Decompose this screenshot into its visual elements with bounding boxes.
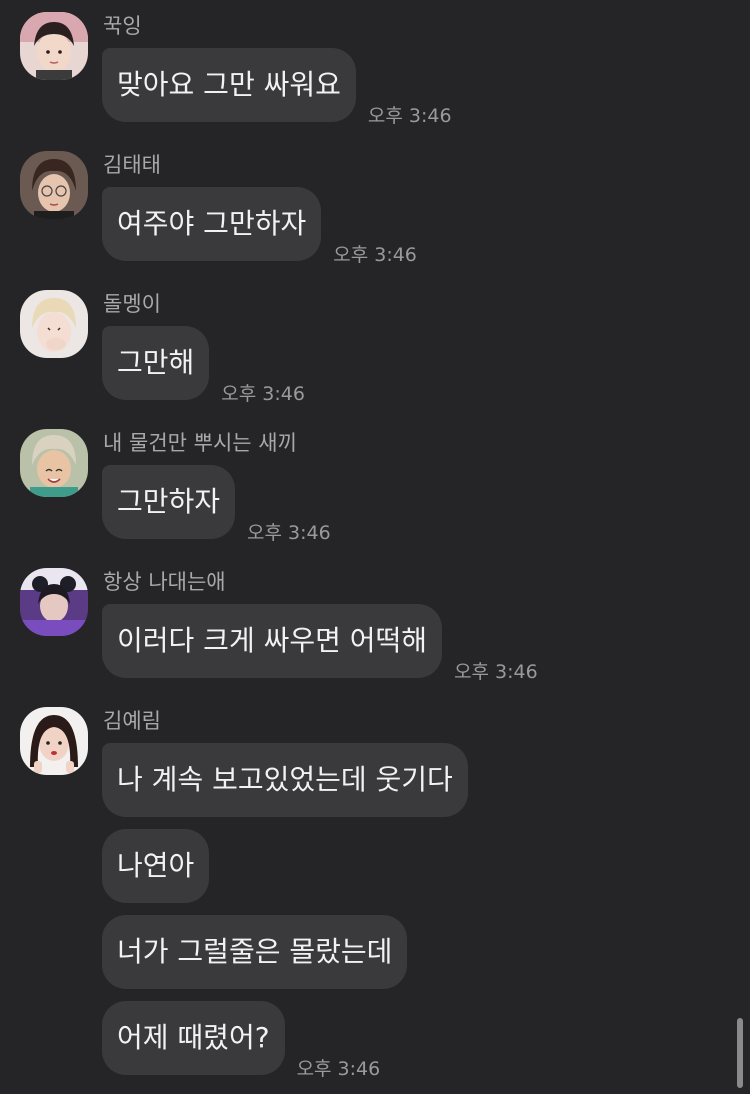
sender-name: 돌멩이 — [103, 292, 161, 316]
timestamp: 오후 3:46 — [247, 522, 331, 544]
message-bubble[interactable]: 이러다 크게 싸우면 어떡해 — [102, 604, 443, 678]
message-row: 이러다 크게 싸우면 어떡해 오후 3:46 — [102, 604, 538, 683]
message-row: 맞아요 그만 싸워요 오후 3:46 — [102, 48, 452, 127]
chat-view[interactable]: 꾹잉 맞아요 그만 싸워요 오후 3:46 김태태 여주야 그만하자 오후 3:… — [0, 0, 750, 1094]
avatar[interactable] — [20, 707, 88, 775]
message-row: 어제 때렸어? 오후 3:46 — [102, 1001, 380, 1080]
message-row: 그만해 오후 3:46 — [102, 326, 305, 405]
sender-name: 김예림 — [103, 709, 161, 733]
avatar[interactable] — [20, 290, 88, 358]
message-bubble[interactable]: 너가 그럴줄은 몰랐는데 — [102, 915, 408, 989]
timestamp: 오후 3:46 — [454, 661, 538, 683]
message-row: 여주야 그만하자 오후 3:46 — [102, 187, 417, 266]
avatar[interactable] — [20, 151, 88, 219]
avatar[interactable] — [20, 12, 88, 80]
message-bubble[interactable]: 나연아 — [102, 829, 210, 903]
message-row: 나 계속 보고있었는데 웃기다 — [102, 743, 468, 817]
sender-name: 김태태 — [103, 153, 161, 177]
timestamp: 오후 3:46 — [221, 383, 305, 405]
timestamp: 오후 3:46 — [333, 244, 417, 266]
message-bubble[interactable]: 나 계속 보고있었는데 웃기다 — [102, 743, 468, 817]
timestamp: 오후 3:46 — [367, 105, 452, 127]
message-bubble[interactable]: 여주야 그만하자 — [102, 187, 322, 261]
message-bubble[interactable]: 어제 때렸어? — [102, 1001, 285, 1075]
sender-name: 항상 나대는애 — [103, 570, 226, 594]
sender-name: 꾹잉 — [103, 14, 142, 38]
message-bubble[interactable]: 그만해 — [102, 326, 210, 400]
message-row: 나연아 — [102, 829, 210, 903]
message-row: 그만하자 오후 3:46 — [102, 465, 331, 544]
avatar[interactable] — [20, 568, 88, 636]
timestamp: 오후 3:46 — [296, 1058, 381, 1080]
sender-name: 내 물건만 뿌시는 새끼 — [103, 431, 297, 455]
scrollbar[interactable] — [737, 1018, 743, 1088]
message-bubble[interactable]: 맞아요 그만 싸워요 — [102, 48, 356, 122]
message-bubble[interactable]: 그만하자 — [102, 465, 236, 539]
message-row: 너가 그럴줄은 몰랐는데 — [102, 915, 408, 989]
avatar[interactable] — [20, 429, 88, 497]
